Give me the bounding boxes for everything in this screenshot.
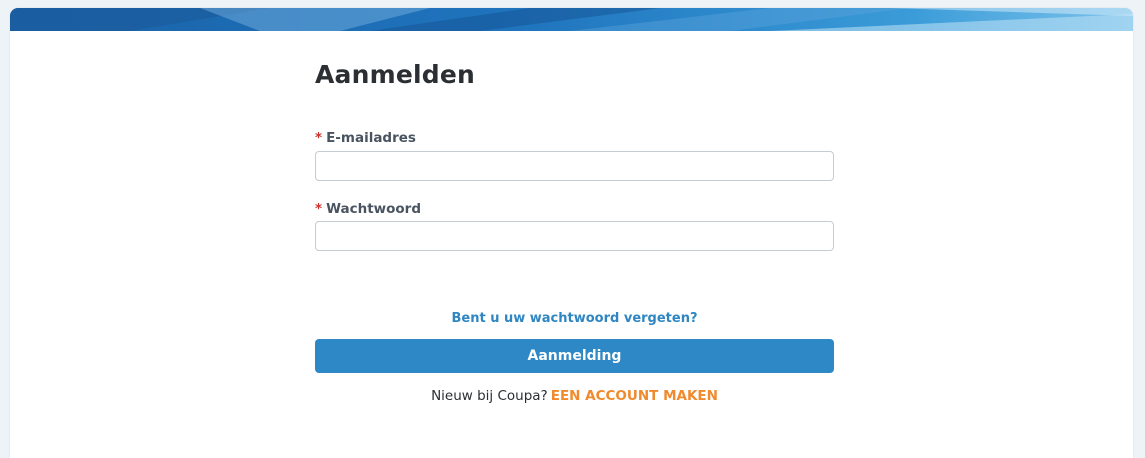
email-field[interactable] [315, 151, 834, 181]
email-label: * E-mailadres [315, 130, 416, 146]
password-label: * Wachtwoord [315, 201, 421, 217]
login-card: Aanmelden * E-mailadres * Wachtwoord Bent … [10, 8, 1133, 458]
signup-line: Nieuw bij Coupa? EEN ACCOUNT MAKEN [315, 388, 834, 404]
forgot-password-link[interactable]: Bent u uw wachtwoord vergeten? [315, 311, 834, 326]
email-label-text: E-mailadres [326, 130, 416, 146]
header-banner [10, 8, 1133, 31]
required-marker: * [315, 130, 323, 146]
page-background: Aanmelden * E-mailadres * Wachtwoord Bent … [0, 0, 1145, 458]
password-label-text: Wachtwoord [326, 201, 421, 217]
required-marker: * [315, 201, 323, 217]
login-button[interactable]: Aanmelding [315, 339, 834, 373]
login-form: Aanmelden * E-mailadres * Wachtwoord Bent … [315, 60, 835, 404]
page-title: Aanmelden [315, 60, 476, 89]
signup-prompt: Nieuw bij Coupa? [431, 388, 548, 404]
create-account-link[interactable]: EEN ACCOUNT MAKEN [551, 388, 718, 404]
password-field[interactable] [315, 221, 834, 251]
